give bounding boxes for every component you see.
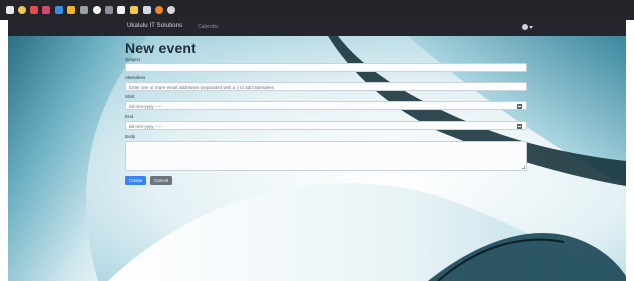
end-datetime-input[interactable]: dd-mm-yyyy --:-- (125, 121, 527, 130)
taskbar (0, 0, 634, 20)
page-title: New event (125, 40, 197, 56)
subject-label: Subject (125, 57, 141, 62)
subject-input[interactable] (125, 63, 527, 72)
create-button[interactable]: Create (125, 176, 146, 185)
nav-link-calendar[interactable]: Calendar (198, 24, 218, 30)
calendar-icon[interactable] (517, 104, 522, 109)
avatar-icon (522, 24, 528, 30)
github-icon[interactable] (93, 6, 101, 14)
body-textarea[interactable] (125, 141, 527, 171)
grid-icon[interactable] (6, 6, 14, 14)
chrome-icon[interactable] (18, 6, 26, 14)
record-icon[interactable] (30, 6, 38, 14)
gear-icon[interactable] (80, 6, 88, 14)
navbar: Ukalulu IT Solutions Calendar (8, 20, 626, 36)
calendar-icon[interactable] (517, 124, 522, 129)
firefox-icon[interactable] (155, 6, 163, 14)
brand-link[interactable]: Ukalulu IT Solutions (127, 23, 182, 29)
check-icon[interactable] (67, 6, 75, 14)
end-datetime-value: dd-mm-yyyy --:-- (129, 123, 162, 129)
attendees-input[interactable]: Enter one or more email addresses (separ… (125, 82, 527, 91)
mail-icon[interactable] (42, 6, 50, 14)
cancel-button[interactable]: Cancel (150, 176, 172, 185)
document-icon[interactable] (117, 6, 125, 14)
folder-icon[interactable] (130, 6, 138, 14)
chevron-down-icon (529, 26, 533, 29)
body-label: Body (125, 134, 136, 139)
settings-icon[interactable] (167, 6, 175, 14)
start-datetime-value: dd-mm-yyyy --:-- (129, 103, 162, 109)
user-menu[interactable] (522, 24, 533, 31)
start-datetime-input[interactable]: dd-mm-yyyy --:-- (125, 101, 527, 110)
slash-icon[interactable] (105, 6, 113, 14)
resize-grip-icon[interactable] (522, 166, 525, 169)
end-label: End (125, 114, 134, 119)
start-label: Start (125, 94, 135, 99)
download-icon[interactable] (143, 6, 151, 14)
attendees-label: Attendees (125, 75, 146, 80)
edge-icon[interactable] (55, 6, 63, 14)
